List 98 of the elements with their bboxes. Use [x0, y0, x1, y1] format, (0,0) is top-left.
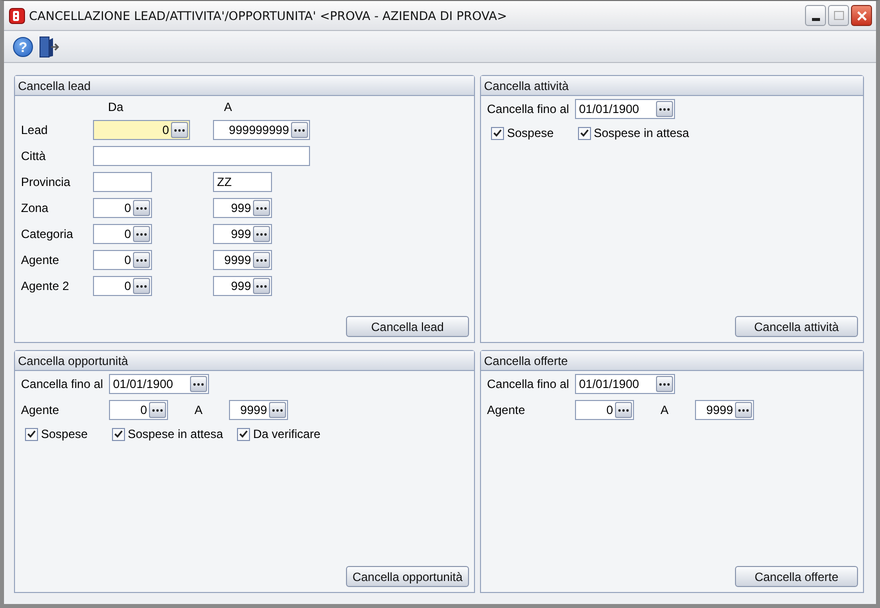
field-label: Cancella fino al — [21, 377, 104, 391]
check-icon — [27, 430, 36, 438]
ellipsis-icon — [256, 232, 267, 236]
input-field[interactable]: 9999 — [213, 250, 272, 270]
ellipsis-icon — [136, 258, 147, 262]
checkbox-label: Sospese — [41, 427, 88, 441]
ellipsis-icon — [294, 128, 305, 132]
lookup-button[interactable] — [171, 122, 188, 138]
input-field[interactable]: 0 — [93, 250, 152, 270]
input-field[interactable]: 999999999 — [213, 120, 310, 140]
input-field[interactable]: 999 — [213, 224, 272, 244]
field-label: Cancella fino al — [487, 377, 570, 391]
lookup-button[interactable] — [133, 252, 150, 268]
checkbox-label: Sospese — [507, 126, 554, 140]
date-field[interactable]: 01/01/1900 — [575, 374, 675, 394]
lookup-button[interactable] — [133, 226, 150, 242]
ellipsis-icon — [738, 408, 749, 412]
action-button[interactable]: Cancella attività — [735, 316, 858, 337]
lookup-button[interactable] — [735, 402, 752, 418]
field-label: Agente — [21, 403, 60, 417]
action-button[interactable]: Cancella lead — [346, 316, 469, 337]
close-icon — [856, 10, 866, 20]
date-picker-button[interactable] — [656, 101, 673, 117]
maximize-icon — [834, 11, 844, 20]
minimize-icon — [812, 18, 820, 21]
check-icon — [580, 129, 589, 137]
date-picker-button[interactable] — [656, 376, 673, 392]
checkbox[interactable]: Sospese — [25, 427, 88, 441]
input-field[interactable]: 0 — [93, 224, 152, 244]
ellipsis-icon — [659, 108, 670, 110]
lookup-button[interactable] — [253, 200, 270, 216]
checkbox[interactable]: Da verificare — [237, 427, 320, 441]
ellipsis-icon — [659, 382, 670, 386]
range-separator: A — [659, 403, 670, 417]
range-separator: A — [193, 403, 204, 417]
minimize-button[interactable] — [805, 5, 826, 26]
lookup-button[interactable] — [253, 226, 270, 242]
lookup-button[interactable] — [615, 402, 632, 418]
field-label: Città — [21, 149, 47, 163]
checkbox-label: Da verificare — [253, 427, 320, 441]
input-field[interactable]: 0 — [93, 198, 152, 218]
text-field[interactable] — [93, 146, 310, 166]
date-field[interactable]: 01/01/1900 — [109, 374, 209, 394]
panel-title: Cancella attività — [484, 78, 569, 92]
ellipsis-icon — [193, 382, 204, 386]
input-field[interactable]: 0 — [575, 400, 634, 420]
ellipsis-icon — [618, 408, 629, 412]
input-field[interactable]: 0 — [109, 400, 168, 420]
checkbox[interactable]: Sospese — [491, 126, 554, 140]
field-label: Lead — [21, 123, 49, 137]
ellipsis-icon — [256, 206, 267, 210]
lookup-button[interactable] — [253, 252, 270, 268]
input-field[interactable]: 999 — [213, 198, 272, 218]
ellipsis-icon — [136, 284, 147, 288]
field-label: Categoria — [21, 227, 74, 241]
input-field[interactable]: 0 — [93, 120, 190, 140]
input-field[interactable] — [93, 172, 152, 192]
date-field[interactable]: 01/01/1900 — [575, 99, 675, 119]
check-icon — [114, 430, 123, 438]
ellipsis-icon — [256, 284, 267, 288]
ellipsis-icon — [174, 128, 185, 132]
input-field[interactable]: 9999 — [695, 400, 754, 420]
date-picker-button[interactable] — [190, 376, 207, 392]
field-label: Provincia — [21, 175, 72, 189]
ellipsis-icon — [136, 232, 147, 236]
action-button[interactable]: Cancella offerte — [735, 566, 858, 587]
panel-title: Cancella offerte — [484, 354, 568, 368]
panel-title: Cancella opportunità — [18, 354, 128, 368]
lookup-button[interactable] — [269, 402, 286, 418]
field-label: Cancella fino al — [487, 102, 570, 116]
lookup-button[interactable] — [253, 278, 270, 294]
lookup-button[interactable] — [149, 402, 166, 418]
lookup-button[interactable] — [133, 278, 150, 294]
field-label: Agente 2 — [21, 279, 70, 293]
exit-button[interactable] — [39, 36, 59, 58]
close-button[interactable] — [851, 5, 872, 26]
input-field[interactable]: 0 — [93, 276, 152, 296]
check-icon — [493, 129, 502, 137]
lookup-button[interactable] — [133, 200, 150, 216]
input-field[interactable]: 9999 — [229, 400, 288, 420]
ellipsis-icon — [256, 258, 267, 262]
door-arrow-icon — [39, 36, 59, 58]
field-label: Zona — [21, 201, 50, 215]
field-label: Agente — [487, 403, 526, 417]
ellipsis-icon — [152, 408, 163, 412]
panel-title: Cancella lead — [18, 78, 91, 92]
column-heading: Da — [107, 100, 124, 114]
action-button[interactable]: Cancella opportunità — [346, 566, 469, 587]
column-heading: A — [223, 100, 234, 114]
window-title: CANCELLAZIONE LEAD/ATTIVITA'/OPPORTUNITA' <PROVA - AZIENDA DI PROVA> — [29, 8, 508, 22]
field-label: Agente — [21, 253, 60, 267]
lookup-button[interactable] — [291, 122, 308, 138]
ellipsis-icon — [272, 408, 283, 412]
input-field[interactable]: 999 — [213, 276, 272, 296]
input-field[interactable]: ZZ — [213, 172, 272, 192]
ellipsis-icon — [136, 206, 147, 210]
app-logo-icon — [9, 8, 25, 24]
check-icon — [239, 430, 248, 438]
